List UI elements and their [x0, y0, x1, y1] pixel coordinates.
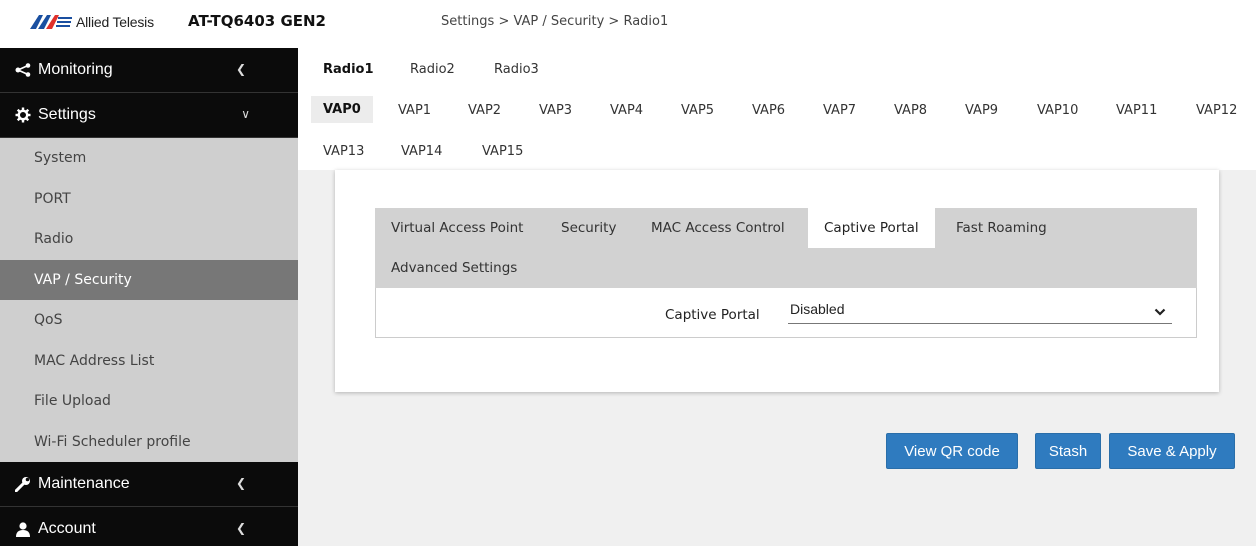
- tab-advanced-settings[interactable]: Advanced Settings: [375, 248, 533, 288]
- section-tab-bar: Virtual Access Point Security MAC Access…: [375, 208, 1197, 288]
- tab-vap14[interactable]: VAP14: [401, 144, 442, 159]
- user-icon: [14, 520, 32, 538]
- sidebar-sub-vap-security[interactable]: VAP / Security: [0, 259, 298, 300]
- tab-fast-roaming[interactable]: Fast Roaming: [940, 208, 1063, 248]
- captive-portal-label: Captive Portal: [665, 307, 760, 323]
- tab-vap11[interactable]: VAP11: [1116, 103, 1157, 118]
- sidebar-item-label: Settings: [38, 106, 96, 123]
- sidebar-sub-system[interactable]: System: [0, 138, 298, 179]
- chevron-left-icon: ❮: [235, 62, 246, 76]
- breadcrumb: Settings > VAP / Security > Radio1: [441, 14, 669, 29]
- chevron-down-icon: ∨: [241, 107, 250, 121]
- tab-vap12[interactable]: VAP12: [1196, 103, 1237, 118]
- share-icon: [14, 61, 32, 79]
- sidebar-item-label: Maintenance: [38, 475, 130, 492]
- tab-vap2[interactable]: VAP2: [468, 103, 501, 118]
- save-apply-button[interactable]: Save & Apply: [1109, 433, 1235, 469]
- sidebar-sub-radio[interactable]: Radio: [0, 219, 298, 260]
- sidebar-sub-wifi-scheduler[interactable]: Wi-Fi Scheduler profile: [0, 422, 298, 463]
- sidebar-sub-qos[interactable]: QoS: [0, 300, 298, 341]
- tab-vap5[interactable]: VAP5: [681, 103, 714, 118]
- view-qr-code-button[interactable]: View QR code: [886, 433, 1018, 469]
- tab-vap4[interactable]: VAP4: [610, 103, 643, 118]
- tab-vap8[interactable]: VAP8: [894, 103, 927, 118]
- tab-security[interactable]: Security: [545, 208, 632, 248]
- tab-radio2[interactable]: Radio2: [410, 62, 455, 77]
- tab-virtual-access-point[interactable]: Virtual Access Point: [375, 208, 539, 248]
- settings-panel: Virtual Access Point Security MAC Access…: [335, 170, 1219, 392]
- tab-radio1[interactable]: Radio1: [323, 62, 374, 77]
- tab-vap13[interactable]: VAP13: [323, 144, 364, 159]
- sidebar-item-maintenance[interactable]: Maintenance ❮: [0, 462, 298, 507]
- top-header: Allied Telesis AT-TQ6403 GEN2 Settings >…: [0, 0, 1256, 48]
- gear-icon: [14, 106, 32, 124]
- allied-telesis-logo-icon: [30, 15, 72, 29]
- sidebar-item-account[interactable]: Account ❮: [0, 507, 298, 546]
- captive-portal-value: Disabled: [790, 300, 845, 317]
- tab-mac-access-control[interactable]: MAC Access Control: [635, 208, 801, 248]
- tab-vap9[interactable]: VAP9: [965, 103, 998, 118]
- sidebar-sub-port[interactable]: PORT: [0, 179, 298, 220]
- tab-vap7[interactable]: VAP7: [823, 103, 856, 118]
- tab-vap1[interactable]: VAP1: [398, 103, 431, 118]
- tab-vap15[interactable]: VAP15: [482, 144, 523, 159]
- tab-vap10[interactable]: VAP10: [1037, 103, 1078, 118]
- chevron-down-icon: [1154, 302, 1166, 321]
- chevron-left-icon: ❮: [235, 521, 246, 535]
- brand-name: Allied Telesis: [76, 14, 154, 30]
- sidebar-sub-file-upload[interactable]: File Upload: [0, 381, 298, 422]
- tab-bar: Radio1 Radio2 Radio3 VAP0 VAP1 VAP2 VAP3…: [298, 48, 1256, 170]
- tab-vap6[interactable]: VAP6: [752, 103, 785, 118]
- sidebar-sub-mac-address-list[interactable]: MAC Address List: [0, 341, 298, 382]
- sidebar-item-label: Account: [38, 520, 96, 537]
- tab-captive-portal[interactable]: Captive Portal: [808, 208, 935, 248]
- main-content: Radio1 Radio2 Radio3 VAP0 VAP1 VAP2 VAP3…: [298, 48, 1256, 546]
- tab-vap3[interactable]: VAP3: [539, 103, 572, 118]
- sidebar-item-label: Monitoring: [38, 61, 113, 78]
- device-model: AT-TQ6403 GEN2: [188, 12, 326, 30]
- sidebar-item-settings[interactable]: Settings ∨: [0, 93, 298, 138]
- captive-portal-select[interactable]: Disabled: [788, 294, 1172, 324]
- tab-vap0[interactable]: VAP0: [311, 96, 373, 123]
- wrench-icon: [14, 475, 32, 493]
- captive-portal-form: Captive Portal Disabled: [375, 288, 1197, 338]
- chevron-left-icon: ❮: [235, 476, 246, 490]
- sidebar: Monitoring ❮ Settings ∨ System PORT Radi…: [0, 48, 298, 546]
- tab-radio3[interactable]: Radio3: [494, 62, 539, 77]
- sidebar-item-monitoring[interactable]: Monitoring ❮: [0, 48, 298, 93]
- brand-logo: Allied Telesis: [30, 13, 154, 31]
- stash-button[interactable]: Stash: [1035, 433, 1101, 469]
